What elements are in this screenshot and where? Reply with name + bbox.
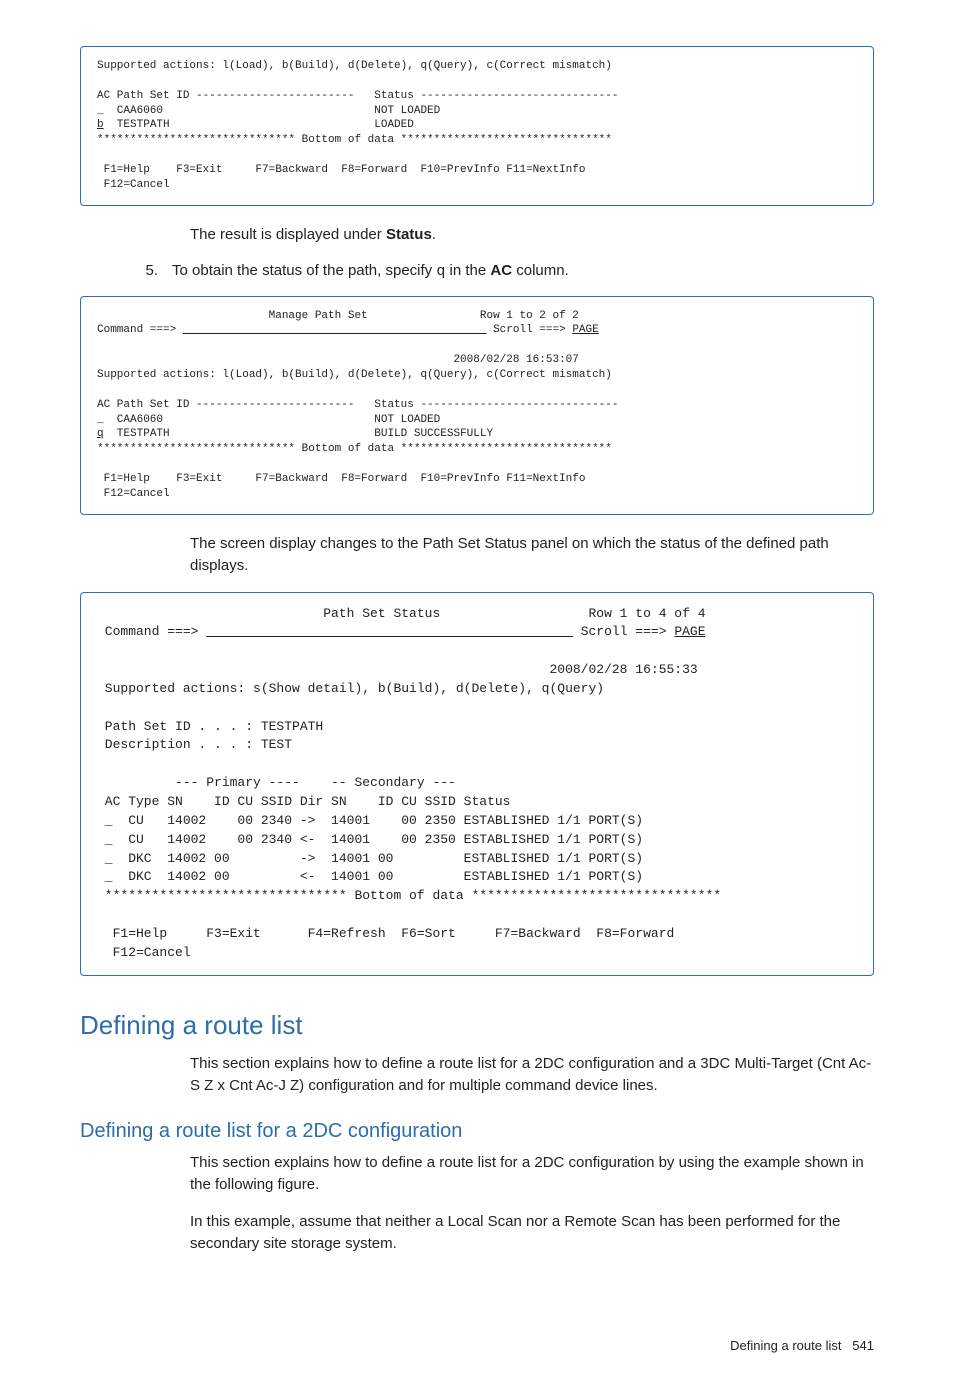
supported-actions: Supported actions: l(Load), b(Build), d(…: [97, 60, 612, 72]
terminal-panel-1: Supported actions: l(Load), b(Build), d(…: [80, 46, 874, 206]
page-number: 541: [852, 1338, 874, 1353]
table-row: _ DKC 14002 00 <- 14001 00 ESTABLISHED 1…: [97, 869, 643, 884]
table-row: TESTPATH BUILD SUCCESSFULLY: [104, 428, 493, 440]
description: Description . . . : TEST: [97, 737, 292, 752]
paragraph: The screen display changes to the Path S…: [190, 533, 874, 578]
q-code: q: [436, 263, 445, 280]
step-number: 5.: [140, 260, 158, 284]
fkey-bar: F1=Help F3=Exit F7=Backward F8=Forward F…: [97, 473, 585, 500]
paragraph: The result is displayed under Status.: [190, 224, 874, 247]
bottom-marker: ******************************* Bottom o…: [97, 888, 721, 903]
table-row: _ CU 14002 00 2340 -> 14001 00 2350 ESTA…: [97, 813, 643, 828]
bottom-marker: ****************************** Bottom of…: [97, 443, 612, 455]
table-header: AC Path Set ID ------------------------ …: [97, 399, 619, 411]
panel-title: Manage Path Set Row 1 to 2 of 2: [97, 310, 579, 322]
page-footer: Defining a route list 541: [80, 1336, 874, 1356]
table-row: TESTPATH LOADED: [104, 119, 414, 131]
command-input[interactable]: [206, 624, 573, 639]
command-label: Command ===>: [97, 324, 183, 336]
table-header: AC Path Set ID ------------------------ …: [97, 90, 619, 102]
fkey-bar: F1=Help F3=Exit F7=Backward F8=Forward F…: [97, 164, 585, 191]
command-input[interactable]: [183, 324, 487, 336]
column-header: AC Type SN ID CU SSID Dir SN ID CU SSID …: [97, 794, 510, 809]
table-row: _ DKC 14002 00 -> 14001 00 ESTABLISHED 1…: [97, 851, 643, 866]
table-row: _ CAA6060 NOT LOADED: [97, 105, 440, 117]
heading-1: Defining a route list: [80, 1006, 874, 1045]
status-bold: Status: [386, 226, 432, 243]
paragraph: This section explains how to define a ro…: [190, 1053, 874, 1098]
ac-bold: AC: [490, 262, 512, 279]
terminal-panel-2: Manage Path Set Row 1 to 2 of 2 Command …: [80, 296, 874, 515]
scroll-input[interactable]: PAGE: [674, 624, 705, 639]
bottom-marker: ****************************** Bottom of…: [97, 134, 612, 146]
ac-input[interactable]: b: [97, 119, 104, 131]
column-header: --- Primary ---- -- Secondary ---: [97, 775, 456, 790]
timestamp: 2008/02/28 16:55:33: [97, 662, 698, 677]
footer-label: Defining a route list: [730, 1338, 841, 1353]
scroll-label: Scroll ===>: [573, 624, 674, 639]
table-row: _ CAA6060 NOT LOADED: [97, 414, 440, 426]
heading-2: Defining a route list for a 2DC configur…: [80, 1116, 874, 1146]
terminal-panel-3: Path Set Status Row 1 to 4 of 4 Command …: [80, 592, 874, 976]
step-5: 5. To obtain the status of the path, spe…: [140, 260, 874, 284]
scroll-label: Scroll ===>: [486, 324, 572, 336]
timestamp: 2008/02/28 16:53:07: [97, 354, 579, 366]
panel-title: Path Set Status Row 1 to 4 of 4: [97, 606, 706, 621]
paragraph: In this example, assume that neither a L…: [190, 1211, 874, 1256]
supported-actions: Supported actions: l(Load), b(Build), d(…: [97, 369, 612, 381]
fkey-bar: F1=Help F3=Exit F4=Refresh F6=Sort F7=Ba…: [97, 926, 674, 960]
command-label: Command ===>: [97, 624, 206, 639]
scroll-input[interactable]: PAGE: [572, 324, 598, 336]
table-row: _ CU 14002 00 2340 <- 14001 00 2350 ESTA…: [97, 832, 643, 847]
paragraph: This section explains how to define a ro…: [190, 1152, 874, 1197]
path-set-id: Path Set ID . . . : TESTPATH: [97, 719, 323, 734]
supported-actions: Supported actions: s(Show detail), b(Bui…: [97, 681, 604, 696]
ac-input[interactable]: q: [97, 428, 104, 440]
step-text: To obtain the status of the path, specif…: [172, 260, 569, 284]
